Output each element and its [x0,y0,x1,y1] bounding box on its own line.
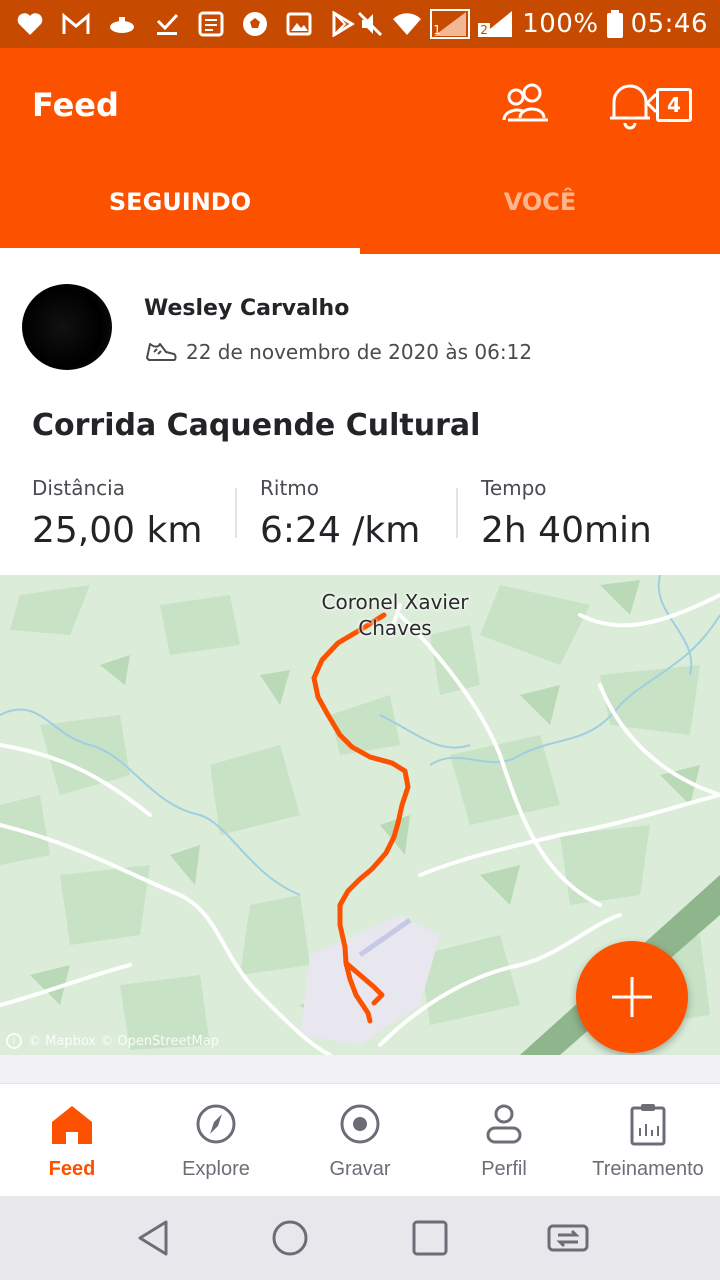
bottom-navigation: Feed Explore Gravar Perfil Treinamento [0,1083,720,1196]
stat-pace-value: 6:24 /km [260,510,421,551]
add-activity-button[interactable] [576,941,688,1053]
recents-icon[interactable] [408,1216,452,1260]
stat-time-value: 2h 40min [481,510,652,551]
shoe-icon [146,343,177,361]
stat-pace: Ritmo 6:24 /km [260,476,420,551]
stat-time-label: Tempo [481,476,547,500]
mute-icon [358,11,383,37]
nav-item-explore[interactable]: Explore [144,1084,288,1197]
sim2-signal-icon: 2 [478,9,514,39]
stat-divider [235,488,237,538]
status-notification-icons [16,8,356,40]
system-navigation-bar [0,1196,720,1280]
nav-item-record[interactable]: Gravar [288,1084,432,1197]
stat-distance-label: Distância [32,476,125,500]
app-header: Feed 4 SEGUINDO VOCÊ [0,48,720,254]
battery-icon [606,10,623,38]
stat-time: Tempo 2h 40min [481,476,652,551]
status-system-icons: 1 2 100% 05:46 [356,8,708,40]
nav-item-training[interactable]: Treinamento [576,1084,720,1197]
stat-distance-value: 25,00 km [32,510,203,551]
news-icon [198,11,224,37]
download-done-icon [156,13,179,35]
nav-item-feed[interactable]: Feed [0,1084,144,1197]
soccer-ball-icon [243,12,267,36]
tab-voce[interactable]: VOCÊ [360,188,720,234]
compass-icon [196,1104,236,1144]
avatar[interactable] [22,284,112,370]
clock: 05:46 [630,9,708,39]
nav-item-label: Treinamento [592,1158,704,1180]
notification-count-badge[interactable]: 4 [656,88,692,122]
gmail-icon [62,12,90,34]
map-place-label: Coronel Xavier Chaves [321,590,469,640]
activity-date: 22 de novembro de 2020 às 06:12 [186,340,533,364]
stat-pace-label: Ritmo [260,476,320,500]
nav-item-label: Gravar [329,1158,391,1180]
back-icon[interactable] [132,1216,176,1260]
home-icon [52,1106,92,1144]
nav-item-label: Perfil [481,1158,527,1180]
info-icon[interactable]: i [6,1033,22,1049]
wifi-icon [393,13,422,35]
tab-seguindo[interactable]: SEGUINDO [0,188,360,234]
profile-icon [486,1104,522,1144]
image-icon [286,12,312,36]
home-circle-icon[interactable] [268,1216,312,1260]
active-tab-indicator [0,248,360,254]
feed-separator [0,1055,720,1083]
sim1-signal-icon: 1 [430,9,471,39]
submarine-icon [110,17,134,33]
map-attribution[interactable]: i © Mapbox © OpenStreetMap [6,1033,219,1049]
training-icon [630,1104,666,1146]
switch-app-icon[interactable] [546,1216,590,1260]
athlete-name[interactable]: Wesley Carvalho [144,296,349,321]
page-title: Feed [32,86,119,124]
play-store-icon [332,11,355,37]
sim2-label: 2 [478,23,490,37]
nav-item-profile[interactable]: Perfil [432,1084,576,1197]
sim1-label: 1 [433,23,441,37]
battery-percent: 100% [522,9,599,39]
status-bar: 1 2 100% 05:46 [0,0,720,48]
activity-title[interactable]: Corrida Caquende Cultural [32,408,480,443]
heart-icon [17,13,43,35]
map-urban-area [300,915,440,1045]
find-friends-icon[interactable] [500,82,552,122]
stat-divider [456,488,458,538]
plus-icon [612,977,652,1017]
stat-distance: Distância 25,00 km [32,476,202,551]
map-attribution-text: © Mapbox © OpenStreetMap [28,1033,219,1049]
record-icon [340,1104,380,1144]
nav-item-label: Explore [182,1158,250,1180]
nav-item-label: Feed [48,1158,96,1180]
